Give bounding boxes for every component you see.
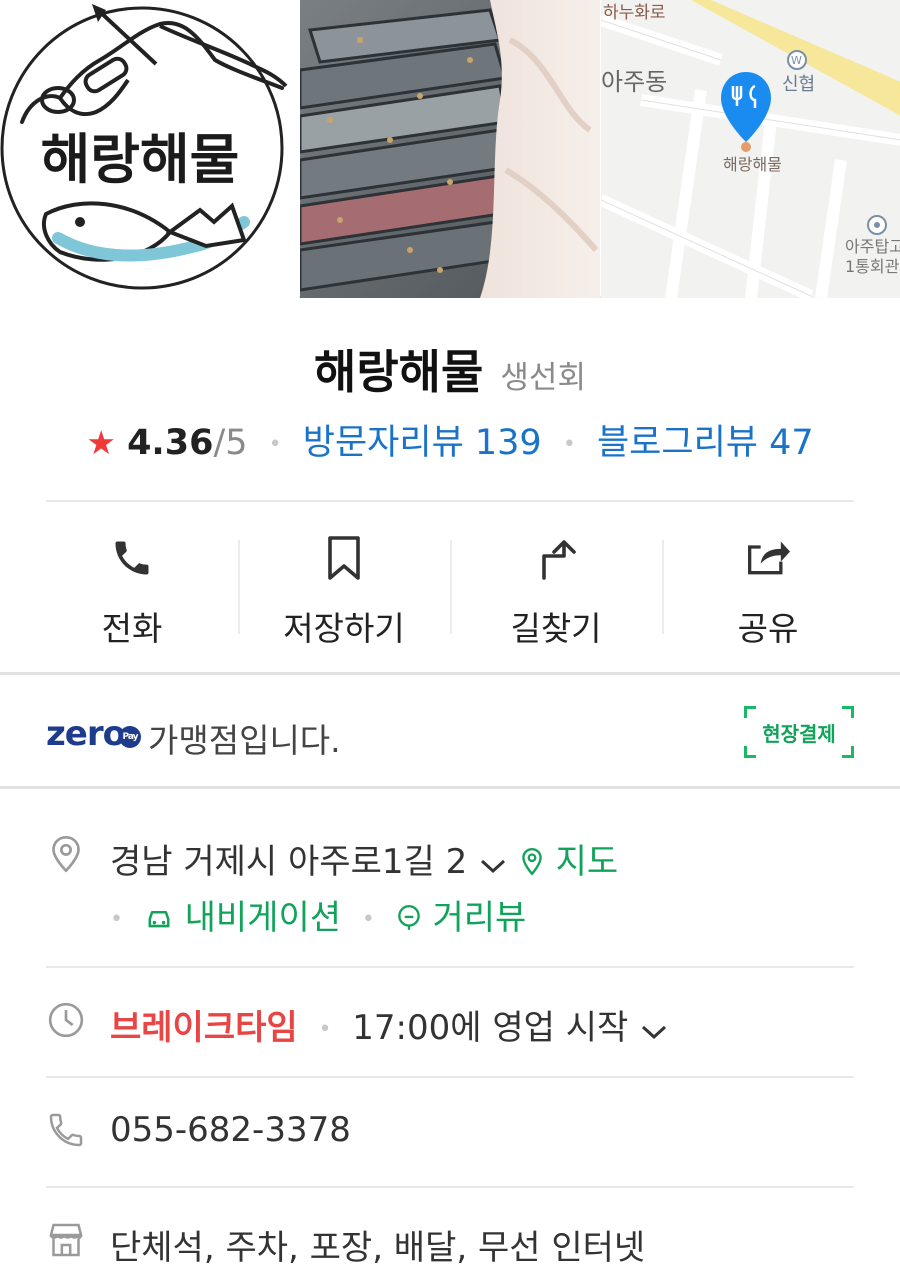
map-pin-label: 해랑해물 bbox=[723, 155, 782, 174]
zeropay-pay-badge: Pay bbox=[118, 726, 141, 748]
divider bbox=[46, 1186, 854, 1188]
map-link-label: 지도 bbox=[555, 842, 619, 882]
svg-text:W: W bbox=[791, 54, 802, 67]
zeropay-row: zeroPay 가맹점입니다. 현장결제 bbox=[46, 706, 854, 762]
chevron-down-icon[interactable] bbox=[478, 855, 508, 877]
directions-button[interactable]: 길찾기 bbox=[450, 528, 662, 648]
place-category: 생선회 bbox=[500, 360, 586, 396]
business-status: 브레이크타임 bbox=[110, 1008, 298, 1048]
star-icon: ★ bbox=[86, 423, 116, 462]
separator-dot: • bbox=[110, 907, 123, 932]
section-divider bbox=[0, 672, 900, 675]
map-thumbnail[interactable]: 하누화로 아주동 W 신협 아주탑고 1통회관 해랑해물 bbox=[600, 0, 900, 298]
navigation-link-label: 내비게이션 bbox=[184, 898, 342, 938]
share-icon bbox=[748, 541, 790, 575]
logo-image: 해랑해물 bbox=[0, 0, 300, 298]
streetview-link-label: 거리뷰 bbox=[432, 898, 527, 938]
streetview-link[interactable]: 거리뷰 bbox=[396, 898, 527, 938]
onsite-payment-badge: 현장결제 bbox=[744, 706, 854, 758]
car-icon bbox=[148, 910, 170, 928]
zeropay-logo-text: zero bbox=[46, 714, 126, 754]
location-icon bbox=[52, 835, 80, 873]
phone-icon bbox=[115, 541, 149, 575]
divider bbox=[46, 500, 854, 502]
action-bar: 전화 저장하기 길찾기 공유 bbox=[26, 528, 874, 648]
map-bank-label: 신협 bbox=[782, 74, 815, 95]
clock-icon bbox=[48, 1002, 84, 1038]
save-button[interactable]: 저장하기 bbox=[238, 528, 450, 648]
map-image: 하누화로 아주동 W 신협 아주탑고 1통회관 해랑해물 bbox=[600, 0, 900, 298]
zeropay-text: 가맹점입니다. bbox=[148, 721, 341, 760]
separator-dot: • bbox=[318, 1017, 332, 1042]
address-row: 경남 거제시 아주로1길 2 지도 bbox=[110, 834, 618, 883]
share-label: 공유 bbox=[737, 609, 799, 648]
amenities-text: 단체석, 주차, 포장, 배달, 무선 인터넷 bbox=[110, 1228, 646, 1268]
rating-max: /5 bbox=[213, 423, 248, 463]
place-name: 해랑해물 bbox=[314, 345, 484, 399]
save-label: 저장하기 bbox=[283, 609, 405, 648]
directions-label: 길찾기 bbox=[510, 609, 602, 648]
rating-row: ★ 4.36/5 • 방문자리뷰 139 • 블로그리뷰 47 bbox=[0, 414, 900, 465]
divider bbox=[46, 966, 854, 968]
map-landmark-label-1: 아주탑고 bbox=[845, 237, 900, 256]
onsite-payment-label: 현장결제 bbox=[762, 721, 836, 746]
zeropay-logo: zeroPay bbox=[46, 714, 141, 754]
map-link[interactable]: 지도 bbox=[519, 842, 618, 882]
map-district-label: 아주동 bbox=[601, 68, 667, 96]
streetview-icon bbox=[397, 905, 420, 930]
blog-reviews-link[interactable]: 블로그리뷰 47 bbox=[597, 423, 814, 463]
phone-outline-icon bbox=[49, 1113, 83, 1147]
address-links-row: • 내비게이션 • 거리뷰 bbox=[110, 890, 526, 939]
map-pin-outline-icon bbox=[522, 847, 542, 876]
call-button[interactable]: 전화 bbox=[26, 528, 238, 648]
rating-score: 4.36 bbox=[127, 423, 214, 463]
address-text[interactable]: 경남 거제시 아주로1길 2 bbox=[110, 842, 467, 882]
navigation-link[interactable]: 내비게이션 bbox=[144, 898, 352, 938]
store-icon bbox=[49, 1223, 83, 1257]
photo-gallery[interactable]: 해랑해물 하누화로 아주동 W 신협 아주탑고 1통회관 해랑해물 bbox=[0, 0, 900, 298]
visitor-reviews-link[interactable]: 방문자리뷰 139 bbox=[303, 423, 542, 463]
map-landmark-label-2: 1통회관 bbox=[845, 257, 900, 276]
bookmark-icon bbox=[328, 536, 360, 580]
directions-icon bbox=[542, 540, 576, 580]
sashimi-image bbox=[300, 0, 600, 298]
logo-text: 해랑해물 bbox=[41, 128, 240, 191]
call-label: 전화 bbox=[101, 609, 163, 648]
section-divider bbox=[0, 786, 900, 789]
map-road-label: 하누화로 bbox=[603, 3, 666, 23]
hours-row[interactable]: 브레이크타임 • 17:00에 영업 시작 bbox=[110, 1000, 669, 1049]
food-photo[interactable] bbox=[300, 0, 600, 298]
phone-number[interactable]: 055-682-3378 bbox=[110, 1110, 351, 1150]
place-title-row: 해랑해물 생선회 bbox=[0, 336, 900, 402]
separator-dot: • bbox=[562, 431, 576, 457]
chevron-down-icon[interactable] bbox=[639, 1021, 669, 1043]
share-button[interactable]: 공유 bbox=[662, 528, 874, 648]
separator-dot: • bbox=[268, 431, 282, 457]
restaurant-logo-photo[interactable]: 해랑해물 bbox=[0, 0, 300, 298]
hours-text: 17:00에 영업 시작 bbox=[352, 1008, 629, 1048]
separator-dot: • bbox=[361, 907, 375, 932]
divider bbox=[46, 1076, 854, 1078]
